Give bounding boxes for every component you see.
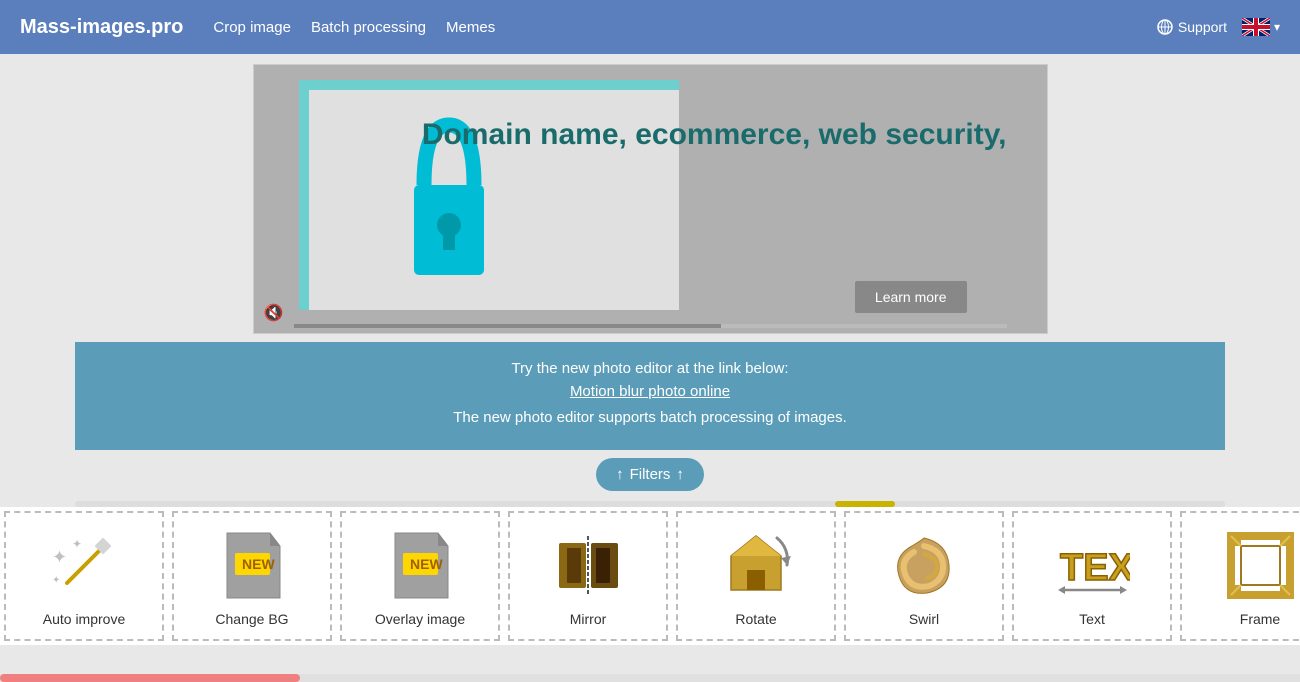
tool-frame-label: Frame: [1240, 611, 1280, 627]
swirl-svg-icon: [887, 528, 962, 603]
lang-dropdown-arrow: ▾: [1274, 20, 1280, 34]
ad-mute-icon[interactable]: 🔇: [264, 303, 284, 323]
ad-learn-more-button[interactable]: Learn more: [855, 281, 967, 313]
promo-bar: Try the new photo editor at the link bel…: [75, 342, 1225, 450]
main-nav: Crop image Batch processing Memes: [213, 19, 495, 36]
horizontal-scroll-track: [75, 495, 1225, 507]
main-content: i ✕ Domain name, ecom: [0, 54, 1300, 682]
ad-progress-fill: [294, 324, 722, 328]
scroll-thumb[interactable]: [835, 501, 895, 507]
svg-text:✦: ✦: [52, 575, 60, 586]
promo-line1: Try the new photo editor at the link bel…: [95, 360, 1205, 377]
tool-rotate-label: Rotate: [735, 611, 776, 627]
logo[interactable]: Mass-images.pro: [20, 16, 183, 39]
tool-text-label: Text: [1079, 611, 1105, 627]
rotate-icon: [716, 526, 796, 606]
filters-label: Filters: [630, 466, 671, 483]
promo-line2: The new photo editor supports batch proc…: [95, 409, 1205, 426]
svg-text:NEW: NEW: [242, 556, 275, 572]
tool-change-bg-label: Change BG: [215, 611, 288, 627]
text-svg-icon: TEXT: [1055, 528, 1130, 603]
svg-text:TEXT: TEXT: [1060, 547, 1130, 589]
tool-auto-improve-label: Auto improve: [43, 611, 125, 627]
ad-background: Domain name, ecommerce, web security, Le…: [254, 65, 1047, 333]
changebg-icon: NEW: [215, 528, 290, 603]
swirl-icon: [884, 526, 964, 606]
overlay-image-icon: NEW: [380, 526, 460, 606]
uk-flag-icon: [1242, 18, 1270, 36]
scroll-bar[interactable]: [75, 501, 1225, 507]
tool-overlay-image[interactable]: NEW Overlay image: [340, 511, 500, 641]
tool-rotate[interactable]: Rotate: [676, 511, 836, 641]
tool-mirror-label: Mirror: [570, 611, 607, 627]
mirror-svg-icon: [551, 528, 626, 603]
filters-arrow-up-left: ↑: [616, 466, 624, 483]
tool-overlay-image-label: Overlay image: [375, 611, 465, 627]
wand-icon: ✦ ✦ ✦: [47, 528, 122, 603]
nav-crop-image[interactable]: Crop image: [213, 19, 291, 36]
tool-auto-improve[interactable]: ✦ ✦ ✦ Auto improve: [4, 511, 164, 641]
tool-change-bg[interactable]: NEW Change BG: [172, 511, 332, 641]
auto-improve-icon: ✦ ✦ ✦: [44, 526, 124, 606]
support-label: Support: [1178, 19, 1227, 35]
tool-frame[interactable]: Frame: [1180, 511, 1300, 641]
ad-content: Domain name, ecommerce, web security, Le…: [254, 65, 1047, 333]
overlay-icon: NEW: [383, 528, 458, 603]
frame-icon: [1220, 526, 1300, 606]
filters-button[interactable]: ↑ Filters ↑: [596, 458, 704, 491]
ad-text: Domain name, ecommerce, web security,: [422, 115, 1007, 154]
bottom-scrollbar-thumb[interactable]: [0, 674, 300, 682]
tool-swirl[interactable]: Swirl: [844, 511, 1004, 641]
language-selector[interactable]: ▾: [1242, 18, 1280, 36]
tool-text[interactable]: TEXT Text: [1012, 511, 1172, 641]
filters-button-container: ↑ Filters ↑: [596, 458, 704, 491]
ad-progress-bar: [294, 324, 1007, 328]
rotate-svg-icon: [719, 528, 794, 603]
header-right: Support ▾: [1157, 18, 1280, 36]
nav-memes[interactable]: Memes: [446, 19, 495, 36]
bottom-scrollbar-track: [0, 674, 1300, 682]
svg-text:NEW: NEW: [410, 556, 443, 572]
globe-icon: [1157, 19, 1173, 35]
change-bg-icon: NEW: [212, 526, 292, 606]
frame-svg-icon: [1223, 528, 1298, 603]
text-icon: TEXT: [1052, 526, 1132, 606]
support-link[interactable]: Support: [1157, 19, 1227, 35]
mirror-icon: [548, 526, 628, 606]
tools-container: ✦ ✦ ✦ Auto improve NEW Change BG: [0, 507, 1300, 645]
tool-mirror[interactable]: Mirror: [508, 511, 668, 641]
filters-arrow-up-right: ↑: [676, 466, 684, 483]
svg-text:✦: ✦: [52, 547, 67, 567]
svg-text:✦: ✦: [72, 537, 82, 551]
ad-container: i ✕ Domain name, ecom: [253, 64, 1048, 334]
header: Mass-images.pro Crop image Batch process…: [0, 0, 1300, 54]
promo-link[interactable]: Motion blur photo online: [570, 383, 730, 400]
tool-swirl-label: Swirl: [909, 611, 939, 627]
nav-batch-processing[interactable]: Batch processing: [311, 19, 426, 36]
